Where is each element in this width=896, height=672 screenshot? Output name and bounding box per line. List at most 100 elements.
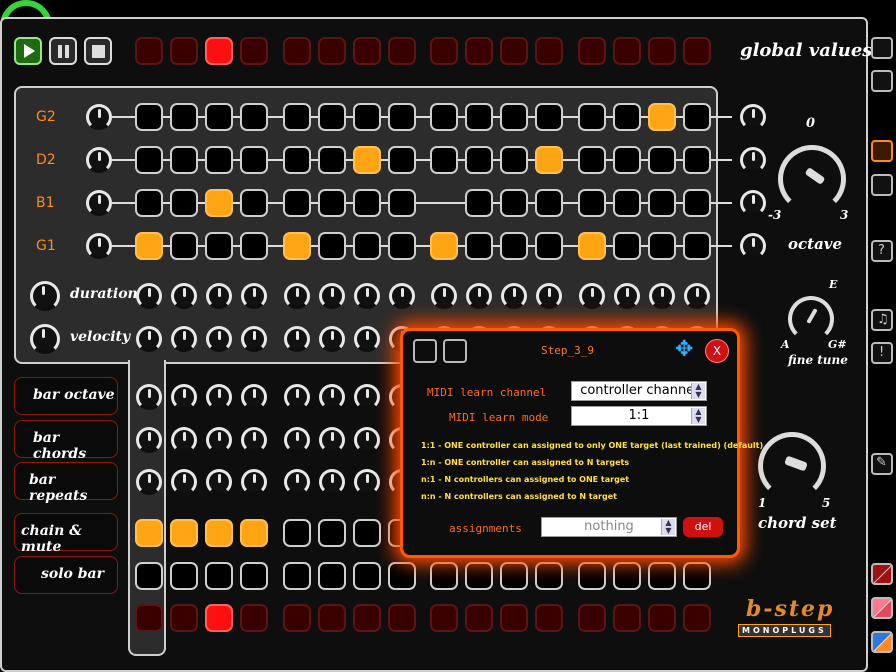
track-knob[interactable]	[86, 190, 112, 216]
step-cell[interactable]	[535, 189, 563, 217]
velocity-knob[interactable]	[284, 326, 310, 352]
velocity-knob[interactable]	[171, 326, 197, 352]
bar-select-cell[interactable]	[353, 37, 381, 65]
step-cell[interactable]	[353, 189, 381, 217]
bar-octave-knob[interactable]	[284, 384, 310, 410]
step-cell[interactable]	[578, 232, 606, 260]
step-cell[interactable]	[170, 103, 198, 131]
solo-bar-cell[interactable]	[613, 562, 641, 590]
duration-knob[interactable]	[431, 283, 457, 309]
solo-bar-cell[interactable]	[535, 562, 563, 590]
bar-select-cell[interactable]	[648, 37, 676, 65]
bar-select-cell[interactable]	[170, 604, 198, 632]
bar-repeats-knob[interactable]	[171, 469, 197, 495]
solo-bar-cell[interactable]	[578, 562, 606, 590]
track-knob[interactable]	[86, 104, 112, 130]
step-cell[interactable]	[283, 146, 311, 174]
velocity-knob[interactable]	[354, 326, 380, 352]
duration-master-knob[interactable]	[30, 281, 60, 311]
chord-set-knob[interactable]	[758, 432, 826, 500]
step-cell[interactable]	[430, 146, 458, 174]
step-cell[interactable]	[648, 232, 676, 260]
bar-octave-knob[interactable]	[136, 384, 162, 410]
step-cell[interactable]	[613, 232, 641, 260]
step-cell[interactable]	[135, 232, 163, 260]
step-cell[interactable]	[170, 232, 198, 260]
duration-knob[interactable]	[579, 283, 605, 309]
track-knob[interactable]	[86, 233, 112, 259]
step-cell[interactable]	[135, 146, 163, 174]
bar-select-cell[interactable]	[240, 37, 268, 65]
stop-button[interactable]	[84, 37, 112, 65]
move-icon[interactable]: ✥	[675, 339, 693, 361]
bar-chords-knob[interactable]	[206, 427, 232, 453]
bar-octave-knob[interactable]	[171, 384, 197, 410]
duration-knob[interactable]	[319, 283, 345, 309]
color-red-icon[interactable]	[871, 563, 893, 585]
bar-select-cell[interactable]	[465, 604, 493, 632]
bar-select-cell[interactable]	[683, 604, 711, 632]
step-cell[interactable]	[613, 189, 641, 217]
step-cell[interactable]	[465, 146, 493, 174]
solo-bar-cell[interactable]	[353, 562, 381, 590]
bar-select-cell[interactable]	[430, 37, 458, 65]
step-cell[interactable]	[648, 189, 676, 217]
step-cell[interactable]	[430, 232, 458, 260]
bar-octave-knob[interactable]	[319, 384, 345, 410]
bar-select-cell[interactable]	[648, 604, 676, 632]
dialog-save-icon[interactable]	[443, 339, 467, 363]
chain-mute-cell[interactable]	[135, 519, 163, 547]
bar-octave-knob[interactable]	[206, 384, 232, 410]
solo-bar-cell[interactable]	[465, 562, 493, 590]
bar-select-cell[interactable]	[683, 37, 711, 65]
solo-bar-cell[interactable]	[430, 562, 458, 590]
bar-select-cell[interactable]	[388, 37, 416, 65]
step-cell[interactable]	[535, 146, 563, 174]
step-cell[interactable]	[205, 146, 233, 174]
step-cell[interactable]	[205, 103, 233, 131]
solo-bar-cell[interactable]	[388, 562, 416, 590]
play-button[interactable]	[14, 37, 42, 65]
step-cell[interactable]	[318, 189, 346, 217]
step-cell[interactable]	[240, 189, 268, 217]
chain-mute-cell[interactable]	[240, 519, 268, 547]
duration-knob[interactable]	[684, 283, 710, 309]
bar-select-cell[interactable]	[578, 37, 606, 65]
step-cell[interactable]	[205, 232, 233, 260]
step-cell[interactable]	[500, 103, 528, 131]
bar-select-cell[interactable]	[135, 604, 163, 632]
step-cell[interactable]	[500, 232, 528, 260]
solo-bar-cell[interactable]	[683, 562, 711, 590]
save-icon[interactable]	[871, 70, 893, 92]
step-cell[interactable]	[353, 146, 381, 174]
step-cell[interactable]	[465, 232, 493, 260]
velocity-knob[interactable]	[241, 326, 267, 352]
bar-select-cell[interactable]	[430, 604, 458, 632]
bar-repeats-knob[interactable]	[136, 469, 162, 495]
step-cell[interactable]	[318, 103, 346, 131]
bar-octave-knob[interactable]	[354, 384, 380, 410]
step-cell[interactable]	[535, 103, 563, 131]
bar-octave-knob[interactable]	[241, 384, 267, 410]
step-cell[interactable]	[683, 232, 711, 260]
chain-mute-cell[interactable]	[283, 519, 311, 547]
duration-knob[interactable]	[389, 283, 415, 309]
bar-repeats-knob[interactable]	[206, 469, 232, 495]
bar-select-cell[interactable]	[318, 37, 346, 65]
bar-select-cell[interactable]	[283, 604, 311, 632]
chain-mute-cell[interactable]	[353, 519, 381, 547]
bar-select-cell[interactable]	[240, 604, 268, 632]
velocity-knob[interactable]	[319, 326, 345, 352]
bar-repeats-knob[interactable]	[319, 469, 345, 495]
step-cell[interactable]	[170, 189, 198, 217]
bar-repeats-knob[interactable]	[284, 469, 310, 495]
duration-knob[interactable]	[241, 283, 267, 309]
step-cell[interactable]	[535, 232, 563, 260]
step-cell[interactable]	[500, 146, 528, 174]
step-cell[interactable]	[388, 146, 416, 174]
step-cell[interactable]	[388, 189, 416, 217]
step-cell[interactable]	[205, 189, 233, 217]
alert-icon[interactable]: !	[871, 342, 893, 364]
bar-select-cell[interactable]	[613, 37, 641, 65]
solo-bar-cell[interactable]	[318, 562, 346, 590]
